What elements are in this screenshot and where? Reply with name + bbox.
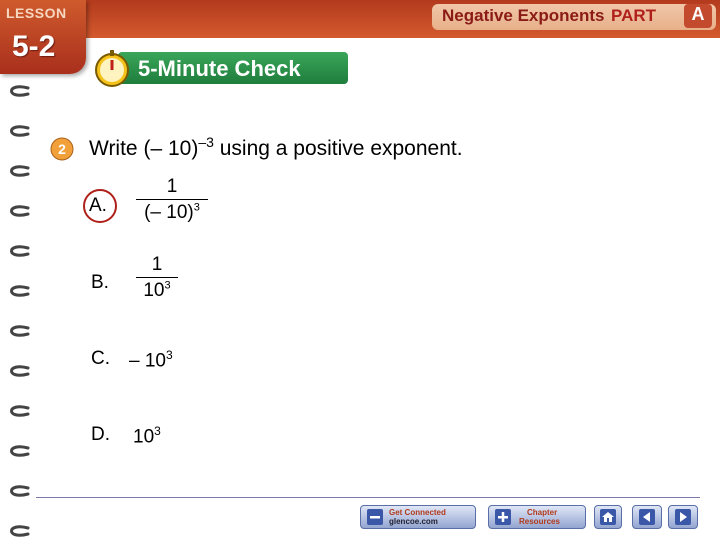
- back-arrow-icon: [639, 509, 655, 525]
- question-text: Write (– 10)–3 using a positive exponent…: [89, 134, 463, 161]
- home-button[interactable]: [594, 505, 622, 529]
- option-c-label[interactable]: C.: [91, 348, 110, 370]
- back-button[interactable]: [632, 505, 662, 529]
- part-letter: A: [684, 4, 712, 28]
- question-number-badge: 2: [50, 137, 74, 161]
- option-a-numerator: 1: [166, 176, 178, 197]
- get-connected-button[interactable]: Get Connected glencoe.com: [360, 505, 476, 529]
- option-b-numerator: 1: [151, 254, 163, 275]
- question-exponent: –3: [198, 134, 214, 150]
- get-connected-line2: glencoe.com: [389, 517, 438, 526]
- option-b-fraction[interactable]: 1 103: [136, 254, 178, 302]
- question-number: 2: [58, 141, 66, 157]
- chapter-resources-button[interactable]: Chapter Resources: [488, 505, 586, 529]
- fraction-bar: [136, 199, 208, 200]
- get-connected-line1: Get Connected: [389, 508, 446, 517]
- five-minute-check-label: 5-Minute Check: [138, 56, 301, 81]
- binder-rings: [10, 85, 30, 537]
- lesson-title: Negative Exponents: [442, 6, 605, 25]
- question-prefix: Write (– 10): [89, 137, 199, 160]
- chapter-resources-line2: Resources: [519, 517, 560, 526]
- fraction-bar: [136, 277, 178, 278]
- option-b-label[interactable]: B.: [91, 272, 109, 294]
- bottom-rule: [36, 497, 700, 498]
- forward-arrow-icon: [675, 509, 691, 525]
- plus-icon: [495, 509, 511, 525]
- question-suffix: using a positive exponent.: [213, 137, 463, 160]
- lesson-badge: LESSON 5-2: [0, 0, 86, 74]
- chapter-resources-line1: Chapter: [527, 508, 558, 517]
- option-d-label[interactable]: D.: [91, 424, 110, 446]
- lesson-number: 5-2: [12, 30, 56, 63]
- forward-button[interactable]: [668, 505, 698, 529]
- lesson-word: LESSON: [6, 5, 67, 21]
- home-icon: [600, 509, 616, 525]
- part-label: PART: [611, 6, 657, 25]
- option-a-denominator: (– 10)3: [144, 202, 200, 224]
- stopwatch-icon: [95, 50, 129, 87]
- minus-icon: [367, 509, 383, 525]
- option-a-fraction[interactable]: 1 (– 10)3: [136, 176, 208, 224]
- option-c-value[interactable]: – 103: [129, 348, 173, 372]
- option-d-value[interactable]: 103: [133, 424, 161, 448]
- option-a-label[interactable]: A.: [89, 195, 107, 217]
- option-b-denominator: 103: [143, 280, 171, 302]
